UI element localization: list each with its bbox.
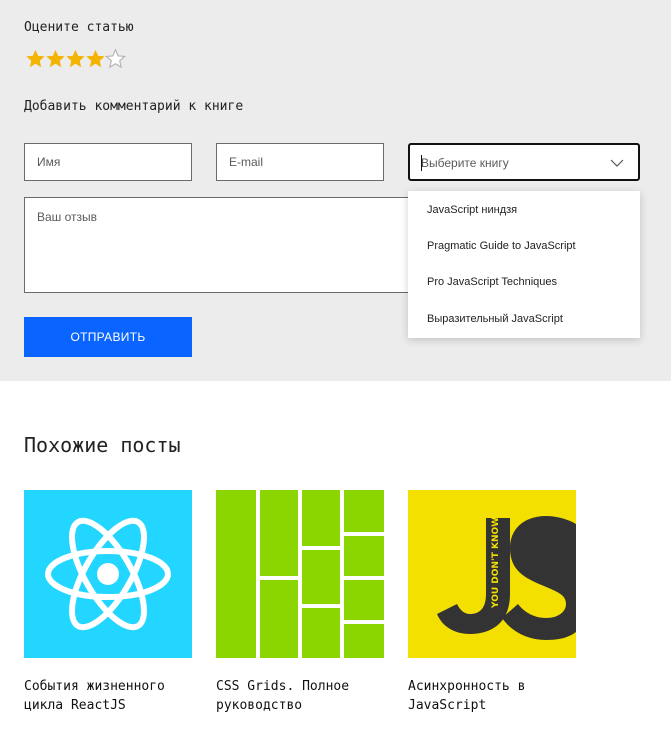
react-logo-image[interactable]	[24, 490, 192, 658]
book-option[interactable]: Pragmatic Guide to JavaScript	[408, 228, 640, 264]
review-field[interactable]	[24, 197, 424, 293]
name-field[interactable]	[24, 143, 192, 181]
review-section: Оцените статью Добавить комментарий к кн…	[0, 0, 671, 381]
book-option[interactable]: Pro JavaScript Techniques	[408, 264, 640, 300]
similar-posts-title: Похожие посты	[24, 433, 181, 457]
css-grid-image[interactable]	[216, 490, 384, 658]
rate-title: Оцените статью	[24, 20, 134, 35]
js-cover-lettering: YOU DON'T KNOW JS	[491, 504, 501, 609]
text-cursor	[421, 155, 422, 171]
book-option[interactable]: JavaScript ниндзя	[408, 192, 640, 228]
submit-button[interactable]: ОТПРАВИТЬ	[24, 317, 192, 357]
star-icon-5[interactable]	[104, 48, 127, 70]
post-card[interactable]: CSS Grids. Полное руководство	[216, 490, 384, 715]
js-book-cover-image[interactable]: YOU DON'T KNOW JS	[408, 490, 576, 658]
book-dropdown: JavaScript ниндзя Pragmatic Guide to Jav…	[408, 191, 640, 338]
book-option[interactable]: Выразительный JavaScript	[408, 301, 640, 337]
chevron-down-icon	[610, 159, 624, 167]
book-select[interactable]: Выберите книгу	[408, 143, 640, 181]
comment-form-title: Добавить комментарий к книге	[24, 99, 244, 114]
email-field[interactable]	[216, 143, 384, 181]
rating-stars[interactable]	[24, 48, 127, 70]
post-title[interactable]: Асинхронность в JavaScript	[408, 677, 576, 715]
post-card[interactable]: YOU DON'T KNOW JS Асинхронность в JavaSc…	[408, 490, 576, 715]
post-card[interactable]: События жизненного цикла ReactJS	[24, 490, 192, 715]
post-title[interactable]: CSS Grids. Полное руководство	[216, 677, 384, 715]
book-select-placeholder: Выберите книгу	[421, 156, 509, 170]
post-title[interactable]: События жизненного цикла ReactJS	[24, 677, 192, 715]
